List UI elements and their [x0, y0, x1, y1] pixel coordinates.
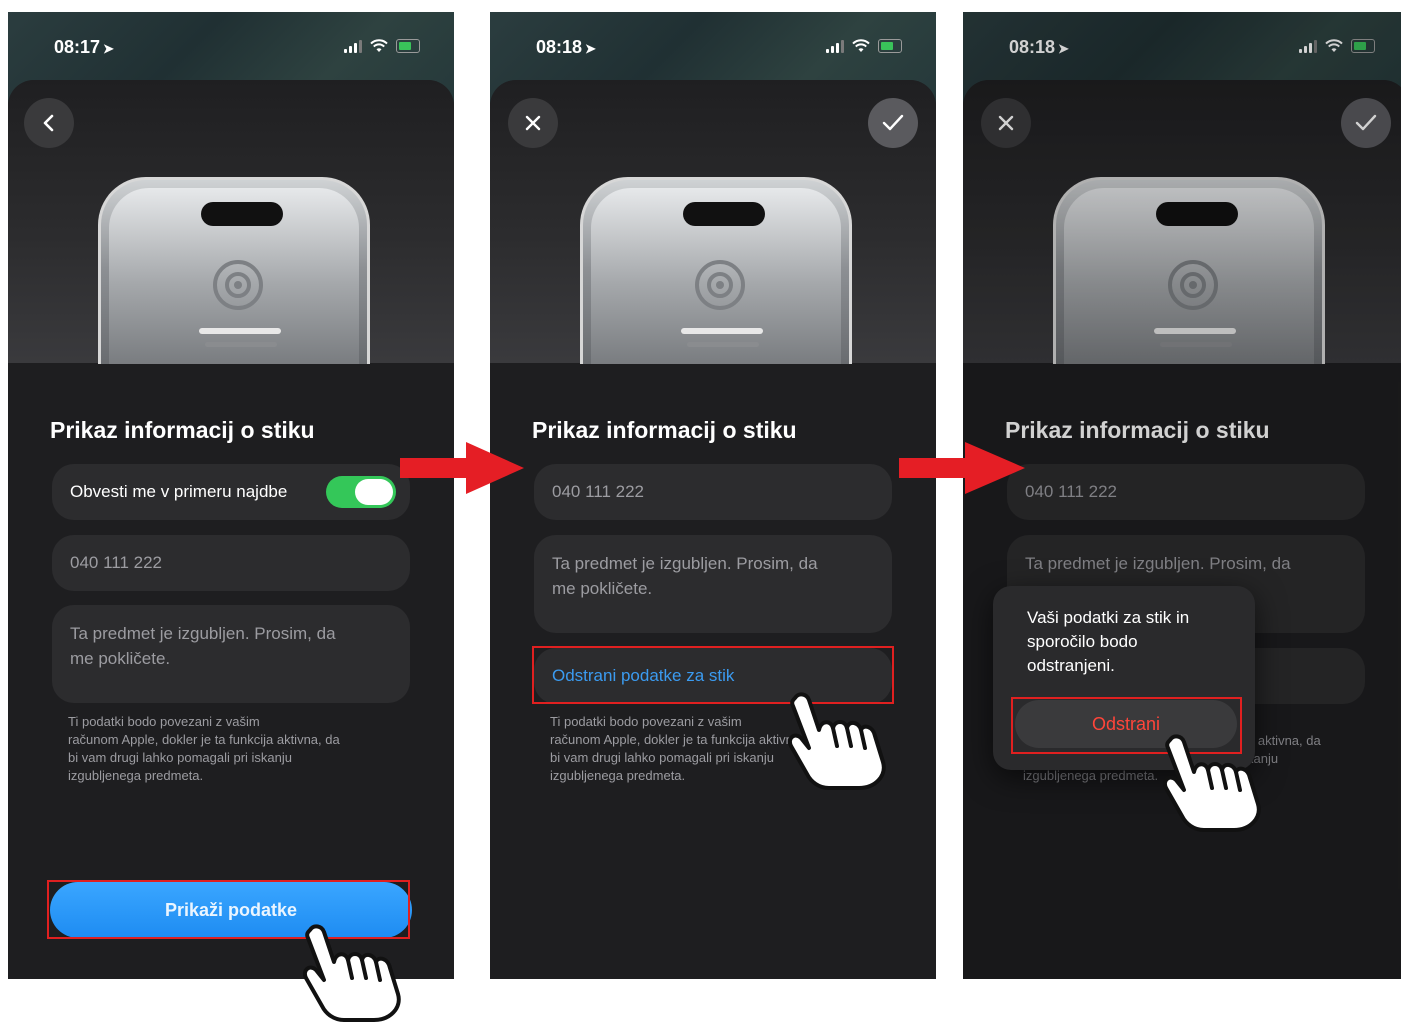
signal-icon: [344, 39, 362, 53]
message-field[interactable]: Ta predmet je izgubljen. Prosim, da me p…: [52, 605, 410, 703]
message-field[interactable]: Ta predmet je izgubljen. Prosim, da me p…: [534, 535, 892, 633]
battery-icon: [878, 39, 902, 53]
pointer-hand-icon: [1163, 734, 1261, 832]
status-time: 08:17 ➤: [54, 37, 114, 57]
location-arrow-icon: ➤: [585, 41, 596, 56]
phone-field[interactable]: 040 111 222: [534, 464, 892, 520]
flow-arrow-2-icon: [899, 442, 1025, 494]
screen-3: 08:18 ➤ Prikaz informacij o stiku 040 111…: [963, 12, 1401, 979]
phone-field[interactable]: 040 111 222: [52, 535, 410, 591]
notify-toggle[interactable]: [326, 476, 396, 508]
status-icons: [344, 39, 420, 53]
close-icon: [525, 115, 541, 131]
info-note: Ti podatki bodo povezani z vašim računom…: [68, 714, 340, 783]
page-title: Prikaz informacij o stiku: [50, 417, 315, 443]
chevron-left-icon: [43, 114, 54, 132]
signal-icon: [826, 39, 844, 53]
radar-icon: [695, 260, 745, 310]
pointer-hand-icon: [788, 692, 886, 790]
location-arrow-icon: ➤: [103, 41, 114, 56]
page-title: Prikaz informacij o stiku: [532, 417, 797, 443]
dim-overlay: [963, 12, 1401, 979]
pointer-hand-icon: [303, 924, 401, 1022]
screen-1: 08:17 ➤ Prikaz informacij o stiku Obvesti…: [8, 12, 454, 979]
battery-icon: [396, 39, 420, 53]
screen-2: 08:18 ➤ Prikaz informacij o stiku 040 111…: [490, 12, 936, 979]
close-button[interactable]: [508, 98, 558, 148]
checkmark-icon: [882, 114, 904, 131]
status-icons: [826, 39, 902, 53]
status-time: 08:18 ➤: [536, 37, 596, 57]
confirm-button[interactable]: [868, 98, 918, 148]
toggle-label: Obvesti me v primeru najdbe: [70, 482, 288, 501]
wifi-icon: [370, 39, 388, 52]
popup-message: Vaši podatki za stik in sporočilo bodo o…: [1027, 608, 1190, 675]
radar-icon: [213, 260, 263, 310]
notify-toggle-row[interactable]: Obvesti me v primeru najdbe: [52, 464, 410, 520]
back-button[interactable]: [24, 98, 74, 148]
flow-arrow-1-icon: [400, 442, 524, 494]
wifi-icon: [852, 39, 870, 52]
